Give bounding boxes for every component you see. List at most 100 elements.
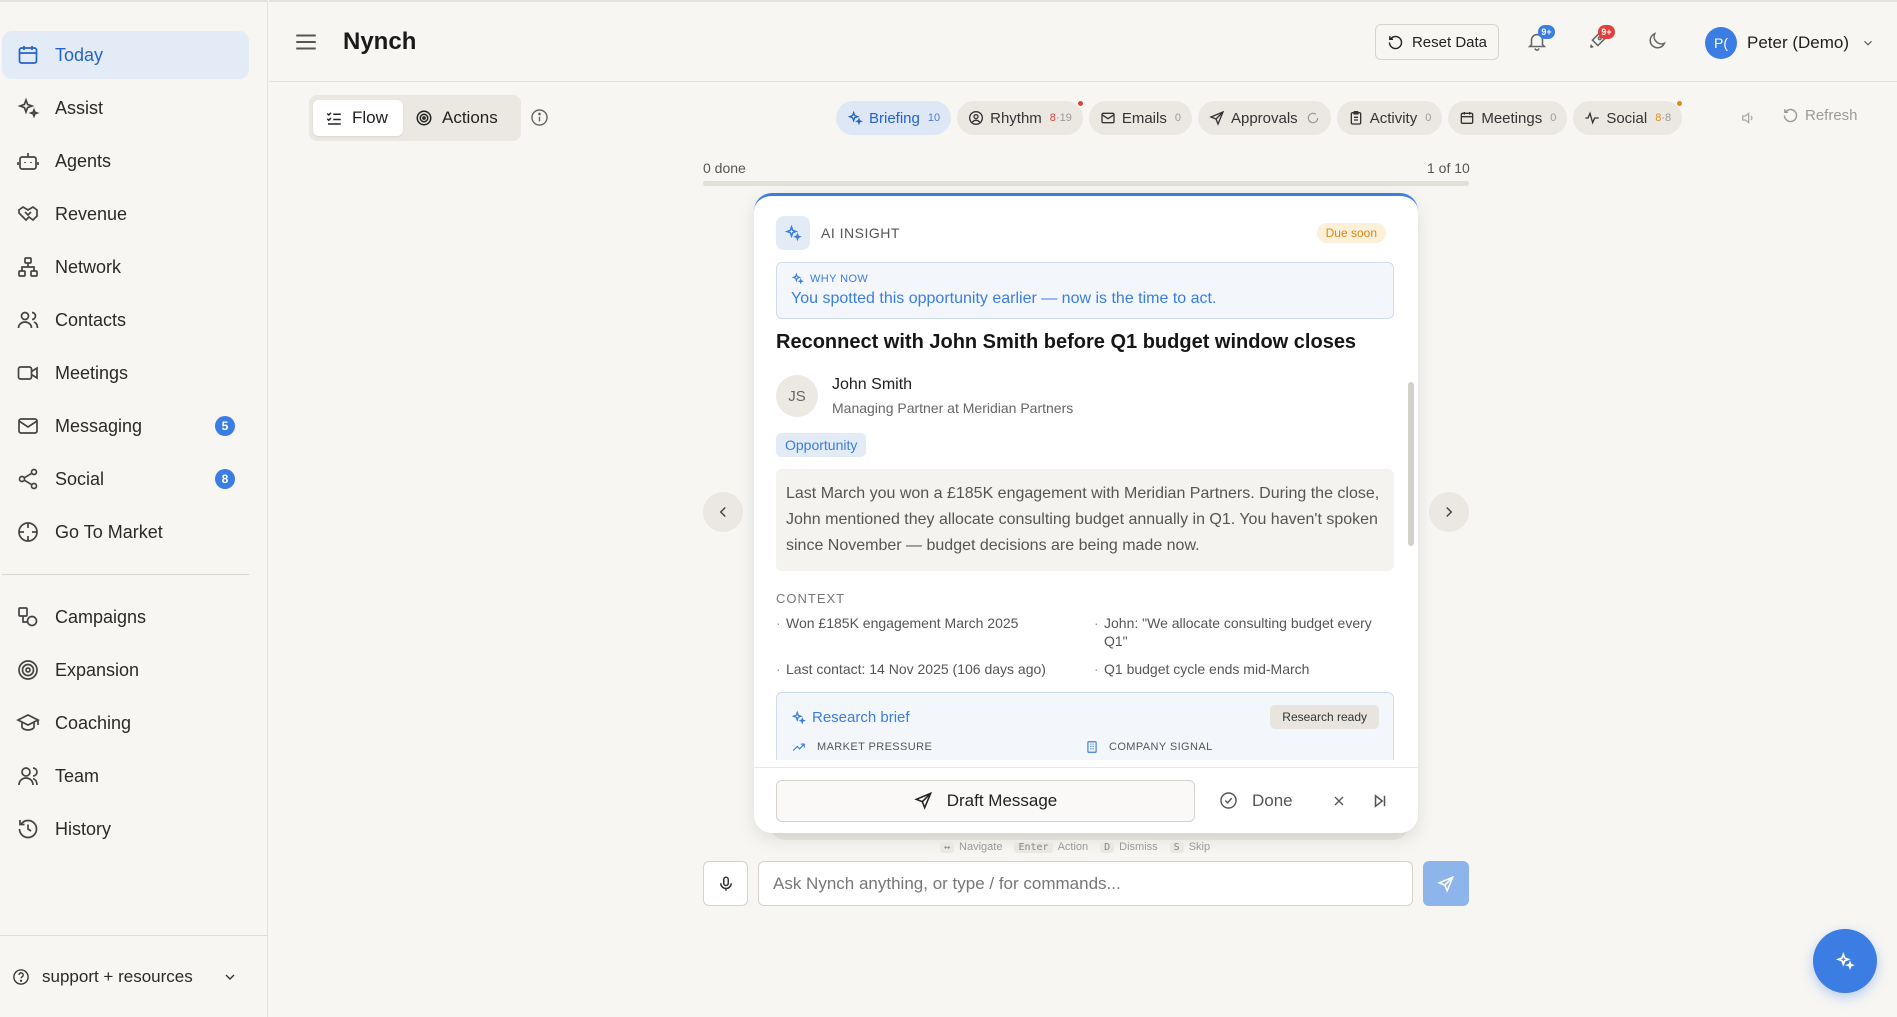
progress-bar: [703, 181, 1469, 186]
sidebar-item-label: Team: [55, 765, 100, 786]
tab-count: 8·8: [1655, 112, 1672, 124]
tab-meetings[interactable]: Meetings 0: [1448, 101, 1568, 135]
tab-count-total: 8: [1664, 112, 1672, 124]
loading-spinner-icon: [1307, 112, 1318, 124]
sidebar-item-coaching[interactable]: Coaching: [2, 699, 249, 747]
sidebar-item-label: Meetings: [55, 362, 129, 383]
sidebar-item-expansion[interactable]: Expansion: [2, 646, 249, 694]
clipboard-icon: [1350, 111, 1362, 125]
tab-count: 8·19: [1049, 112, 1072, 124]
done-button[interactable]: Done: [1219, 791, 1293, 811]
sidebar-item-history[interactable]: History: [2, 805, 249, 853]
previous-card-button[interactable]: [703, 492, 743, 532]
theme-toggle[interactable]: [1646, 30, 1670, 54]
skip-icon[interactable]: [1371, 792, 1389, 810]
card-actions: Draft Message Done: [754, 767, 1418, 833]
sidebar-item-revenue[interactable]: Revenue: [2, 190, 249, 238]
actions-view-button[interactable]: Actions: [403, 100, 510, 136]
sidebar-item-agents[interactable]: Agents: [2, 137, 249, 185]
sidebar-item-label: Campaigns: [55, 606, 147, 627]
tab-activity[interactable]: Activity 0: [1336, 101, 1443, 135]
sparkle-icon: [1835, 951, 1855, 971]
research-title: Research brief: [812, 708, 910, 726]
sidebar-item-network[interactable]: Network: [2, 243, 249, 291]
dismiss-icon[interactable]: [1331, 793, 1347, 809]
tab-count: 0: [1425, 112, 1432, 124]
research-brief[interactable]: Research brief Research ready MARKET PRE…: [776, 692, 1394, 760]
calendar-icon: [18, 46, 38, 64]
info-icon[interactable]: [530, 108, 549, 127]
tab-social[interactable]: Social 8·8: [1573, 101, 1683, 135]
sidebar-item-contacts[interactable]: Contacts: [2, 296, 249, 344]
menu-icon[interactable]: [293, 29, 319, 55]
research-column: MARKET PRESSURE: [791, 739, 1085, 755]
send-icon: [1209, 110, 1225, 126]
send-button[interactable]: [1423, 861, 1469, 906]
hint-skip: S Skip: [1169, 841, 1211, 853]
opportunity-tag: Opportunity: [776, 433, 867, 457]
mail-icon: [18, 418, 38, 434]
sidebar-item-go-to-market[interactable]: Go To Market: [2, 508, 249, 556]
why-now-label-text: WHY NOW: [810, 272, 869, 285]
contact-avatar: JS: [776, 375, 818, 417]
sidebar-item-team[interactable]: Team: [2, 752, 249, 800]
sidebar-item-label: Expansion: [55, 659, 140, 680]
chevron-down-icon: [1864, 40, 1872, 46]
sidebar-item-meetings[interactable]: Meetings: [2, 349, 249, 397]
notifications-badge: 9+: [1538, 25, 1555, 39]
users-icon: [17, 311, 39, 329]
sidebar-item-label: Contacts: [55, 309, 127, 330]
user-menu[interactable]: P( Peter (Demo): [1705, 27, 1875, 59]
rocket-button[interactable]: 9+: [1586, 25, 1615, 54]
sidebar-item-social[interactable]: Social 8: [2, 455, 249, 503]
tab-label: Social: [1606, 109, 1648, 127]
chat-input[interactable]: [758, 861, 1413, 906]
context-item: Won £185K engagement March 2025: [776, 614, 1086, 650]
refresh-label: Refresh: [1805, 107, 1858, 124]
notifications-button[interactable]: 9+: [1526, 25, 1555, 54]
reset-data-button[interactable]: Reset Data: [1375, 24, 1499, 60]
volume-icon[interactable]: [1740, 110, 1756, 126]
sidebar-item-label: Social: [55, 468, 105, 489]
network-icon: [18, 257, 38, 277]
sidebar-item-label: Revenue: [55, 203, 128, 224]
sidebar-item-assist[interactable]: Assist: [2, 84, 249, 132]
tab-briefing[interactable]: Briefing 10: [836, 101, 952, 135]
draft-message-button[interactable]: Draft Message: [776, 779, 1195, 822]
support-resources-toggle[interactable]: support + resources: [0, 935, 268, 1017]
view-toggle: Flow Actions: [309, 95, 521, 141]
unread-badge: 5: [215, 416, 235, 436]
context-list: Won £185K engagement March 2025 John: "W…: [776, 614, 1394, 678]
sidebar-item-today[interactable]: Today: [2, 31, 249, 79]
tab-label: Rhythm: [990, 109, 1042, 127]
contact-row[interactable]: JS John Smith Managing Partner at Meridi…: [776, 375, 1394, 417]
sidebar-item-campaigns[interactable]: Campaigns: [2, 593, 249, 641]
refresh-button[interactable]: Refresh: [1782, 107, 1858, 124]
sparkle-icon: [791, 710, 806, 724]
tab-approvals[interactable]: Approvals: [1197, 101, 1331, 135]
microphone-button[interactable]: [703, 861, 748, 906]
hint-label: Skip: [1188, 841, 1211, 853]
tab-rhythm[interactable]: Rhythm 8·19: [957, 101, 1083, 135]
sidebar-item-messaging[interactable]: Messaging 5: [2, 402, 249, 450]
flow-view-button[interactable]: Flow: [313, 100, 403, 136]
research-columns: MARKET PRESSURE COMPANY SIGNAL: [791, 739, 1379, 755]
hint-navigate: ↔ Navigate: [940, 841, 1002, 853]
tab-emails[interactable]: Emails 0: [1088, 101, 1192, 135]
hint-action: Enter Action: [1014, 841, 1088, 853]
chevron-right-icon: [1446, 506, 1453, 518]
done-count: 0 done: [703, 160, 746, 176]
sidebar-item-label: Coaching: [55, 712, 132, 733]
card-scrollbar[interactable]: [1408, 382, 1414, 546]
tab-label: Briefing: [869, 109, 920, 127]
list-check-icon: [326, 112, 341, 125]
card-position: 1 of 10: [1427, 160, 1470, 176]
research-column: COMPANY SIGNAL: [1085, 739, 1379, 755]
shapes-icon: [18, 607, 38, 627]
chevron-left-icon: [719, 506, 726, 518]
research-header: Research brief Research ready: [791, 705, 1379, 729]
share-icon: [18, 468, 38, 490]
next-card-button[interactable]: [1429, 492, 1469, 532]
top-header: Nynch Reset Data 9+ 9+ P( Peter (Demo): [269, 0, 1897, 82]
assistant-fab[interactable]: [1813, 929, 1877, 993]
